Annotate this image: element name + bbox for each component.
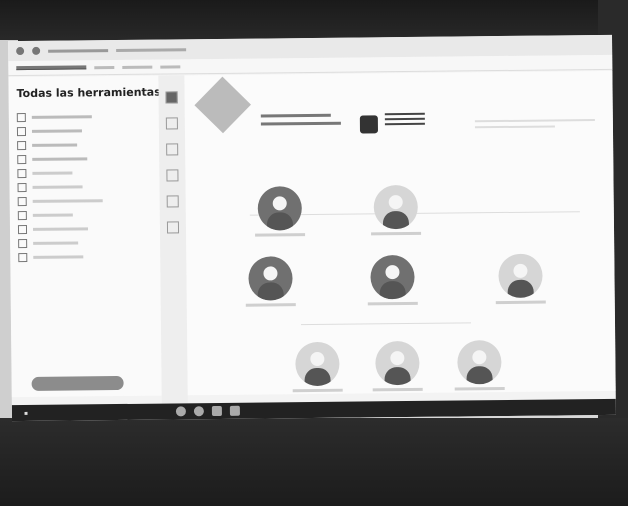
org-node [366,184,427,236]
sidebar-title: Todas las herramientas [16,85,161,101]
taskbar-app-icon[interactable] [175,406,186,417]
taskbar-app-icon[interactable] [229,405,240,416]
rail-icon[interactable] [165,117,178,130]
tab-label[interactable] [116,47,187,52]
sidebar-item[interactable] [17,221,160,236]
person-icon [257,186,303,231]
rail-icon[interactable] [166,143,179,156]
sidebar-item[interactable] [18,249,160,264]
rail-icon[interactable] [165,91,178,104]
menu-item[interactable] [16,65,87,71]
org-node [250,186,311,237]
person-icon [373,184,419,230]
tool-icon [18,252,28,262]
person-icon [248,256,293,301]
app-icon [16,47,25,56]
person-icon [457,340,502,385]
org-node [490,253,551,305]
org-node [367,340,428,392]
rail-icon[interactable] [166,169,179,182]
sidebar-item[interactable] [17,193,160,208]
sidebar-item[interactable] [17,151,159,166]
taskbar-app-icon[interactable] [211,405,222,417]
tool-icon [17,140,27,150]
menu-item[interactable] [94,65,115,69]
sidebar-item[interactable] [16,123,159,138]
rail-icon[interactable] [166,221,180,234]
person-icon [375,340,420,386]
close-icon[interactable]: – [145,86,149,95]
taskbar-app-icon[interactable] [193,406,204,417]
org-node [449,340,510,391]
tool-icon [17,196,27,206]
org-node [287,341,348,393]
sidebar-item[interactable] [17,165,159,180]
tool-icon [17,168,27,178]
tool-icon [17,154,27,164]
sidebar-action-button[interactable] [31,375,124,391]
monitor-screen: Todas las herramientas – ▪ [8,34,616,422]
org-node [362,254,423,306]
rail-icon[interactable] [166,195,179,208]
tool-icon [17,210,27,220]
tool-icon [16,112,26,122]
tool-icon [18,238,28,248]
tool-rail [158,75,188,412]
faded-header-text [474,119,605,129]
sidebar-item[interactable] [17,179,159,194]
sidebar-item[interactable] [18,235,160,250]
person-icon [498,253,543,299]
org-node [240,256,301,307]
tool-icon [17,224,28,234]
sidebar-item[interactable] [17,137,159,152]
tool-icon [16,126,27,136]
photo-frame-bottom [0,418,628,506]
tab-icon[interactable] [32,46,41,55]
sidebar-item[interactable] [17,207,160,222]
government-text [384,112,425,126]
government-seal [359,115,379,134]
school-logo [194,76,251,134]
org-connector [301,322,472,326]
document-canvas [184,70,616,396]
menu-item[interactable] [122,65,153,69]
tools-sidebar: Todas las herramientas – [8,75,162,398]
school-name-text [260,113,341,126]
sidebar-item[interactable] [16,109,159,124]
menu-item[interactable] [160,64,181,69]
person-icon [370,254,415,300]
tool-icon [17,182,27,192]
start-icon[interactable]: ▪ [24,409,28,416]
tab-label[interactable] [48,48,109,53]
person-icon [295,341,340,387]
